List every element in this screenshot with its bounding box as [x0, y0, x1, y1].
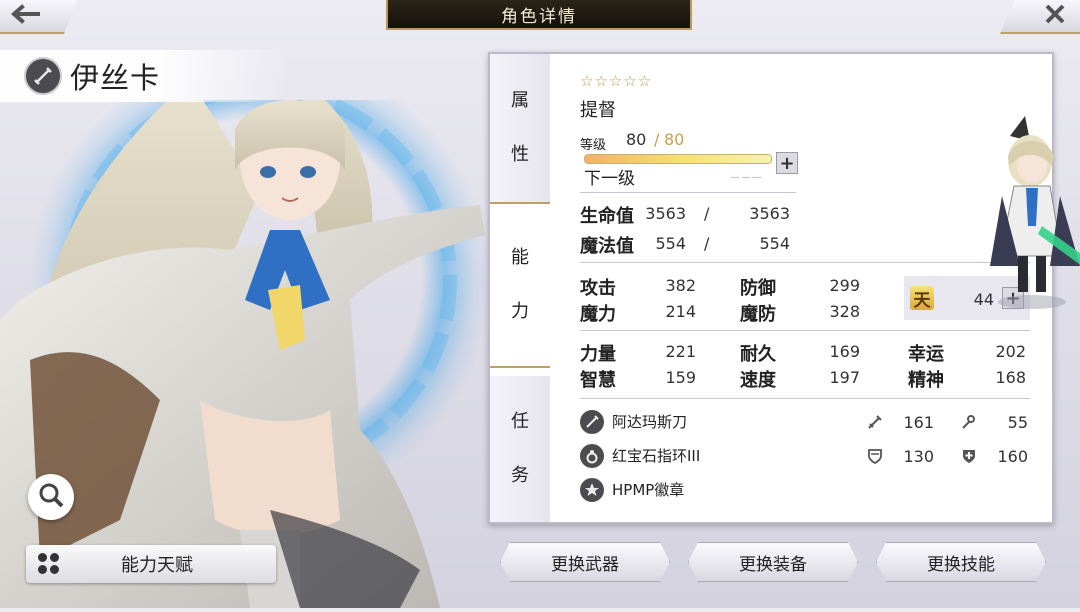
luck-label: 幸运 — [908, 344, 944, 365]
next-level-value: ——— — [730, 172, 763, 183]
mp-max: 554 — [759, 234, 790, 253]
hp-max: 3563 — [749, 204, 790, 223]
equipment-name: HPMP徽章 — [612, 481, 685, 499]
talent-button-label: 能力天赋 — [121, 555, 193, 576]
level-separator: / — [654, 130, 660, 149]
magic-value: 214 — [665, 302, 696, 321]
shield-plus-icon — [960, 447, 978, 465]
grid-dots-icon — [38, 553, 60, 575]
talent-button[interactable]: 能力天赋 — [26, 545, 276, 583]
level-label: 等级 — [580, 138, 607, 153]
sword-small-icon — [866, 413, 884, 431]
level-max: 80 — [664, 130, 685, 149]
xp-progress-fill — [585, 155, 771, 163]
xp-progress-bar — [584, 154, 772, 164]
change-gear-button[interactable]: 更换装备 — [688, 542, 858, 582]
close-button[interactable] — [1000, 0, 1080, 34]
strength-label: 力量 — [580, 344, 616, 365]
equipment-stat-1: 130 — [903, 447, 934, 466]
zoom-button[interactable] — [28, 474, 74, 520]
divider — [580, 330, 1030, 331]
shield-icon — [866, 447, 884, 465]
tab-attributes-char-1: 属 — [511, 90, 529, 111]
top-bar: 角色详情 — [0, 0, 1080, 36]
tab-quests-char-1: 任 — [511, 411, 529, 432]
endurance-value: 169 — [829, 342, 860, 361]
character-artwork — [0, 50, 560, 608]
attack-label: 攻击 — [580, 278, 616, 299]
equipment-name: 阿达玛斯刀 — [612, 413, 688, 431]
magnifier-icon — [37, 481, 65, 513]
equipment-stat-1: 161 — [903, 413, 934, 432]
heaven-glyph-icon: 天 — [910, 286, 934, 311]
luck-value: 202 — [995, 342, 1026, 361]
sword-icon — [26, 59, 60, 93]
rank-title: 提督 — [580, 100, 616, 121]
speed-value: 197 — [829, 368, 860, 387]
character-chibi-sprite — [980, 116, 1080, 316]
tab-abilities[interactable]: 能 力 — [490, 202, 550, 368]
mp-label: 魔法值 — [580, 236, 634, 257]
page-title: 角色详情 — [386, 0, 692, 30]
attack-value: 382 — [665, 276, 696, 295]
character-info-panel: 属 性 能 力 任 务 ☆☆☆☆☆ 提督 等级 80 / 80 + 下一级 ——… — [488, 52, 1080, 524]
mdefense-label: 魔防 — [740, 304, 776, 325]
spirit-label: 精神 — [908, 370, 944, 391]
tab-quests[interactable]: 任 务 — [490, 376, 550, 522]
speed-label: 速度 — [740, 370, 776, 391]
character-name-plate: 伊丝卡 — [0, 50, 290, 102]
change-weapon-button[interactable]: 更换武器 — [500, 542, 670, 582]
defense-value: 299 — [829, 276, 860, 295]
equipment-name: 红宝石指环III — [612, 447, 701, 465]
equipment-row-ring[interactable]: 红宝石指环III 130 160 — [580, 442, 1040, 470]
badge-icon — [580, 478, 604, 502]
mp-current: 554 — [655, 234, 686, 253]
equipment-row-weapon[interactable]: 阿达玛斯刀 161 55 — [580, 408, 1040, 436]
tab-abilities-char-2: 力 — [511, 301, 529, 322]
ring-icon — [580, 444, 604, 468]
divider — [580, 192, 796, 193]
back-button[interactable] — [0, 0, 78, 34]
equipment-stat-2: 160 — [997, 447, 1028, 466]
change-skill-button[interactable]: 更换技能 — [876, 542, 1046, 582]
hp-current: 3563 — [645, 204, 686, 223]
divider — [580, 262, 1030, 263]
divider — [580, 398, 1030, 399]
mp-slash: / — [704, 234, 710, 253]
close-x-icon — [1044, 3, 1066, 29]
arrow-left-icon — [10, 4, 40, 28]
strength-value: 221 — [665, 342, 696, 361]
tab-attributes[interactable]: 属 性 — [490, 54, 550, 202]
level-current: 80 — [626, 130, 647, 149]
panel-content: ☆☆☆☆☆ 提督 等级 80 / 80 + 下一级 ——— 生命值 3563 /… — [580, 54, 1080, 522]
spirit-value: 168 — [995, 368, 1026, 387]
vertical-tabs: 属 性 能 力 任 务 — [490, 54, 550, 522]
level-up-plus-button[interactable]: + — [776, 152, 798, 174]
mdefense-value: 328 — [829, 302, 860, 321]
character-name: 伊丝卡 — [70, 61, 161, 95]
tab-quests-char-2: 务 — [511, 465, 529, 486]
tab-attributes-char-2: 性 — [511, 144, 529, 165]
magic-label: 魔力 — [580, 304, 616, 325]
defense-label: 防御 — [740, 278, 776, 299]
endurance-label: 耐久 — [740, 344, 776, 365]
equipment-row-badge[interactable]: HPMP徽章 — [580, 476, 1040, 504]
wisdom-label: 智慧 — [580, 370, 616, 391]
tab-abilities-char-1: 能 — [511, 247, 529, 268]
wand-icon — [960, 413, 978, 431]
equipment-stat-2: 55 — [1007, 413, 1028, 432]
hp-slash: / — [704, 204, 710, 223]
sword-icon — [580, 410, 604, 434]
next-level-label: 下一级 — [584, 169, 635, 189]
hp-label: 生命值 — [580, 206, 634, 227]
rarity-stars: ☆☆☆☆☆ — [580, 72, 653, 90]
wisdom-value: 159 — [665, 368, 696, 387]
